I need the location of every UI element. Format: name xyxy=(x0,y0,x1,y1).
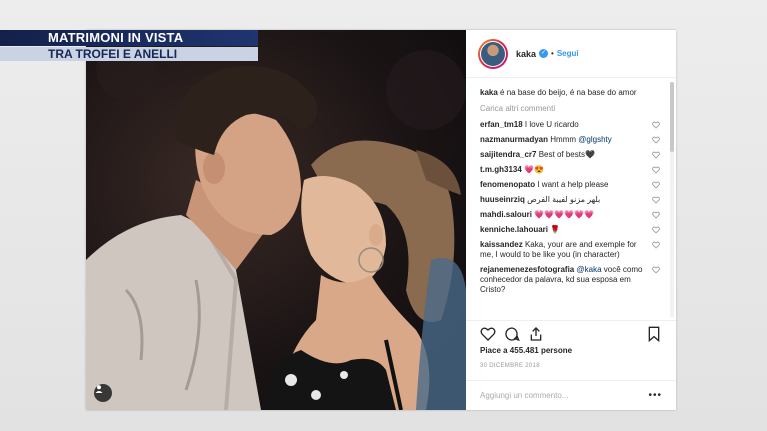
comment-username[interactable]: nazmanurmadyan xyxy=(480,135,548,144)
comment-username[interactable]: erfan_tm18 xyxy=(480,120,523,129)
comment-row: t.m.gh3134 💗😍 xyxy=(480,165,662,175)
comment-mention-link[interactable]: @glgshty xyxy=(578,135,611,144)
comment-heart-icon[interactable] xyxy=(652,241,660,249)
comment-row: fenomenopato I want a help please xyxy=(480,180,662,190)
comment-row: mahdi.salouri 💗💗💗💗💗💗 xyxy=(480,210,662,220)
comment-username[interactable]: t.m.gh3134 xyxy=(480,165,522,174)
add-comment-input[interactable]: Aggiungi un commento... ••• xyxy=(466,380,676,410)
avatar[interactable] xyxy=(478,38,508,69)
follow-button[interactable]: Segui xyxy=(557,49,579,58)
comment-row: huuseinrziq بلهر مزنو لفيبة الفرص xyxy=(480,195,662,205)
comment-heart-icon[interactable] xyxy=(652,181,660,189)
separator-dot: • xyxy=(551,49,554,58)
comment-heart-icon[interactable] xyxy=(652,196,660,204)
comment-text: I love U ricardo xyxy=(524,120,579,129)
comment-text: بلهر مزنو لفيبة الفرص xyxy=(527,195,601,204)
comment-username[interactable]: fenomenopato xyxy=(480,180,535,189)
scrollbar-thumb[interactable] xyxy=(670,82,674,152)
caption-username[interactable]: kaka xyxy=(480,88,498,97)
header-username[interactable]: kaka xyxy=(516,49,536,59)
comment-username[interactable]: kaissandez xyxy=(480,240,523,249)
comment-heart-icon[interactable] xyxy=(652,151,660,159)
comment-text: Best of bests🖤 xyxy=(538,150,595,159)
comments-list: kaka é na base do beijo, é na base do am… xyxy=(466,78,676,318)
banner-title: MATRIMONI IN VISTA xyxy=(0,30,258,46)
comment-heart-icon[interactable] xyxy=(652,121,660,129)
user-tag-icon[interactable] xyxy=(94,384,112,402)
like-heart-icon[interactable] xyxy=(480,326,496,347)
kiss-photo-illustration xyxy=(86,40,466,410)
share-icon[interactable] xyxy=(528,326,544,347)
post-photo[interactable] xyxy=(86,30,466,410)
comment-row: saijitendra_cr7 Best of bests🖤 xyxy=(480,150,662,160)
comments-scrollbar[interactable] xyxy=(670,82,674,317)
instagram-post: kaka ✓ • Segui kaka é na base do beijo, … xyxy=(86,30,676,410)
post-header: kaka ✓ • Segui xyxy=(466,30,676,78)
comment-username[interactable]: rejanemenezesfotografia xyxy=(480,265,574,274)
comment-username[interactable]: mahdi.salouri xyxy=(480,210,532,219)
post-date: 30 DICEMBRE 2018 xyxy=(480,363,540,369)
add-comment-placeholder: Aggiungi un commento... xyxy=(480,391,569,400)
comment-row: rejanemenezesfotografia @kaka você como … xyxy=(480,265,662,295)
comment-username[interactable]: saijitendra_cr7 xyxy=(480,150,536,159)
comment-row: erfan_tm18 I love U ricardo xyxy=(480,120,662,130)
comment-heart-icon[interactable] xyxy=(652,136,660,144)
comment-heart-icon[interactable] xyxy=(652,166,660,174)
load-more-comments-link[interactable]: Carica altri commenti xyxy=(480,104,662,113)
more-options-button[interactable]: ••• xyxy=(648,390,662,401)
bookmark-icon[interactable] xyxy=(646,326,662,347)
comment-heart-icon[interactable] xyxy=(652,266,660,274)
comment-text: 🌹 xyxy=(550,225,561,234)
comment-row: kaissandez Kaka, your are and exemple fo… xyxy=(480,240,662,260)
comment-heart-icon[interactable] xyxy=(652,226,660,234)
comment-row: nazmanurmadyan Hmmm @glgshty xyxy=(480,135,662,145)
comment-text: 💗😍 xyxy=(524,165,544,174)
comment-icon[interactable] xyxy=(504,326,520,347)
likes-count[interactable]: Piace a 455.481 persone xyxy=(480,346,572,355)
comment-username[interactable]: kenniche.lahouari xyxy=(480,225,548,234)
news-banner: MATRIMONI IN VISTA TRA TROFEI E ANELLI xyxy=(0,30,258,61)
caption-text: é na base do beijo, é na base do amor xyxy=(500,88,637,97)
post-sidebar: kaka ✓ • Segui kaka é na base do beijo, … xyxy=(466,30,676,410)
banner-subtitle: TRA TROFEI E ANELLI xyxy=(0,47,258,61)
comment-text: Hmmm xyxy=(550,135,579,144)
comment-text: 💗💗💗💗💗💗 xyxy=(534,210,595,219)
post-actions xyxy=(466,320,676,344)
comment-mention-link[interactable]: @kaka xyxy=(577,265,602,274)
comment-row: kenniche.lahouari 🌹 xyxy=(480,225,662,235)
verified-badge-icon: ✓ xyxy=(539,49,549,58)
comment-username[interactable]: huuseinrziq xyxy=(480,195,525,204)
comment-text: I want a help please xyxy=(537,180,609,189)
comment-heart-icon[interactable] xyxy=(652,211,660,219)
post-caption: kaka é na base do beijo, é na base do am… xyxy=(480,87,662,98)
